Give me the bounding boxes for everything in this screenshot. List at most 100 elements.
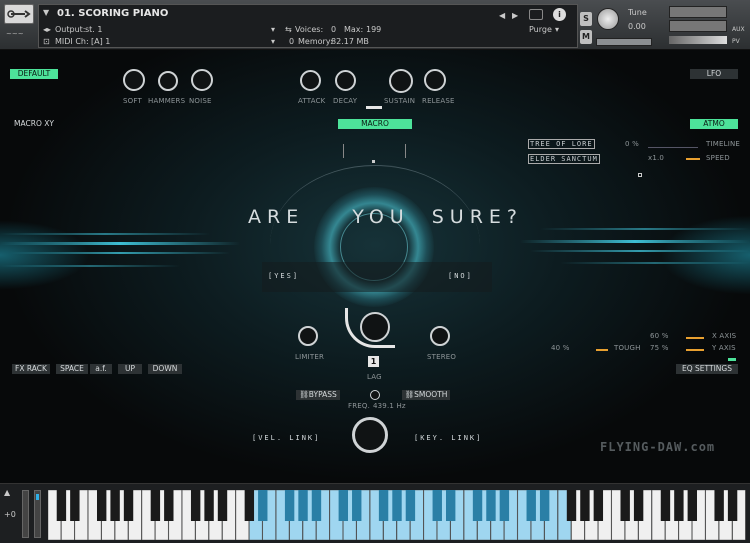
af-button[interactable]: a.f. bbox=[90, 364, 112, 374]
yes-button[interactable]: [YES] bbox=[268, 272, 299, 280]
pan-slider[interactable] bbox=[596, 38, 652, 46]
yaxis-slider[interactable] bbox=[686, 349, 704, 351]
main-knob[interactable] bbox=[352, 417, 388, 453]
tune-knob[interactable] bbox=[597, 8, 619, 30]
smooth-button[interactable]: ⛓SMOOTH bbox=[402, 390, 450, 400]
black-key[interactable] bbox=[338, 490, 349, 521]
midi-value[interactable]: [A] 1 bbox=[91, 37, 110, 46]
black-key[interactable] bbox=[687, 490, 698, 521]
black-key[interactable] bbox=[472, 490, 483, 521]
solo-button[interactable]: S bbox=[580, 12, 592, 26]
black-key[interactable] bbox=[633, 490, 644, 521]
piano-keyboard[interactable] bbox=[48, 490, 746, 540]
lag-knob[interactable] bbox=[360, 312, 390, 342]
black-key[interactable] bbox=[539, 490, 550, 521]
black-key[interactable] bbox=[392, 490, 402, 521]
black-key[interactable] bbox=[123, 490, 134, 521]
macro-button[interactable]: MACRO bbox=[338, 119, 412, 129]
up-button[interactable]: UP bbox=[118, 364, 142, 374]
output-value[interactable]: st. 1 bbox=[85, 25, 102, 34]
collapse-arrow-icon[interactable]: ▼ bbox=[43, 8, 49, 17]
info-icon[interactable]: i bbox=[553, 8, 566, 21]
black-key[interactable] bbox=[217, 490, 228, 521]
limiter-knob[interactable] bbox=[298, 326, 318, 346]
next-arrow-icon[interactable]: ▶ bbox=[512, 11, 518, 20]
black-key[interactable] bbox=[620, 490, 630, 521]
output-dropdown-icon[interactable]: ▾ bbox=[271, 25, 275, 34]
black-key[interactable] bbox=[405, 490, 416, 521]
space-button[interactable]: SPACE bbox=[56, 364, 88, 374]
wrench-icon[interactable] bbox=[4, 4, 34, 24]
pitch-arrow-up-icon[interactable]: ▲ bbox=[4, 488, 10, 497]
soft-knob[interactable] bbox=[123, 69, 145, 91]
default-preset-button[interactable]: DEFAULT bbox=[10, 69, 58, 79]
release-knob[interactable] bbox=[424, 69, 446, 91]
instrument-name[interactable]: 01. SCORING PIANO bbox=[57, 8, 168, 19]
black-key[interactable] bbox=[499, 490, 510, 521]
black-key[interactable] bbox=[593, 490, 604, 521]
pitch-wheel[interactable] bbox=[22, 490, 29, 538]
black-key[interactable] bbox=[110, 490, 120, 521]
pv-label[interactable]: PV bbox=[732, 38, 740, 45]
no-button[interactable]: [NO] bbox=[448, 272, 473, 280]
black-key[interactable] bbox=[432, 490, 442, 521]
lfo-button[interactable]: LFO bbox=[690, 69, 738, 79]
noise-knob[interactable] bbox=[191, 69, 213, 91]
black-key[interactable] bbox=[70, 490, 80, 521]
black-key[interactable] bbox=[727, 490, 738, 521]
black-key[interactable] bbox=[56, 490, 67, 521]
bypass-button[interactable]: ⛓BYPASS bbox=[296, 390, 340, 400]
timeline-slider[interactable] bbox=[648, 147, 698, 148]
prev-arrow-icon[interactable]: ◀ bbox=[499, 11, 505, 20]
black-key[interactable] bbox=[486, 490, 496, 521]
black-key[interactable] bbox=[244, 490, 255, 521]
black-key[interactable] bbox=[352, 490, 362, 521]
black-key[interactable] bbox=[674, 490, 684, 521]
mute-button[interactable]: M bbox=[580, 30, 592, 44]
max-value[interactable]: 199 bbox=[366, 25, 381, 34]
volume-slider[interactable] bbox=[669, 36, 727, 44]
black-key[interactable] bbox=[566, 490, 577, 521]
midi-dropdown-icon[interactable]: ▾ bbox=[271, 37, 275, 46]
aux-label[interactable]: AUX bbox=[732, 26, 745, 33]
black-key[interactable] bbox=[164, 490, 174, 521]
down-button[interactable]: DOWN bbox=[148, 364, 182, 374]
atmo-button[interactable]: ATMO bbox=[690, 119, 738, 129]
sustain-knob[interactable] bbox=[389, 69, 413, 93]
smooth-label: SMOOTH bbox=[414, 390, 448, 399]
timeline-label: TIMELINE bbox=[706, 140, 741, 148]
vel-link-button[interactable]: [VEL. LINK] bbox=[252, 434, 320, 442]
black-key[interactable] bbox=[526, 490, 536, 521]
tree-of-lore-label[interactable]: TREE OF LORE bbox=[528, 139, 595, 149]
fx-rack-button[interactable]: FX RACK bbox=[12, 364, 50, 374]
macro-xy-button[interactable]: MACRO XY bbox=[10, 119, 58, 129]
black-key[interactable] bbox=[190, 490, 201, 521]
black-key[interactable] bbox=[445, 490, 456, 521]
elder-sanctum-label[interactable]: ELDER SANCTUM bbox=[528, 154, 600, 164]
hammers-knob[interactable] bbox=[158, 71, 178, 91]
black-key[interactable] bbox=[580, 490, 590, 521]
camera-icon[interactable] bbox=[529, 9, 543, 20]
tough-slider[interactable] bbox=[596, 349, 608, 351]
black-key[interactable] bbox=[660, 490, 671, 521]
purge-button[interactable]: Purge bbox=[529, 25, 552, 34]
black-key[interactable] bbox=[96, 490, 107, 521]
black-key[interactable] bbox=[284, 490, 295, 521]
speed-slider[interactable] bbox=[686, 158, 700, 160]
attack-knob[interactable] bbox=[300, 70, 321, 91]
decay-knob[interactable] bbox=[335, 70, 356, 91]
lag-value[interactable]: 1 bbox=[368, 356, 379, 367]
key-link-button[interactable]: [KEY. LINK] bbox=[414, 434, 482, 442]
black-key[interactable] bbox=[714, 490, 724, 521]
black-key[interactable] bbox=[298, 490, 308, 521]
eq-settings-button[interactable]: EQ SETTINGS bbox=[676, 364, 738, 374]
black-key[interactable] bbox=[378, 490, 389, 521]
black-key[interactable] bbox=[311, 490, 322, 521]
purge-dropdown-icon[interactable]: ▾ bbox=[555, 25, 559, 34]
black-key[interactable] bbox=[258, 490, 268, 521]
black-key[interactable] bbox=[150, 490, 161, 521]
black-key[interactable] bbox=[204, 490, 214, 521]
xaxis-slider[interactable] bbox=[686, 337, 704, 339]
freq-knob[interactable] bbox=[370, 390, 380, 400]
stereo-knob[interactable] bbox=[430, 326, 450, 346]
